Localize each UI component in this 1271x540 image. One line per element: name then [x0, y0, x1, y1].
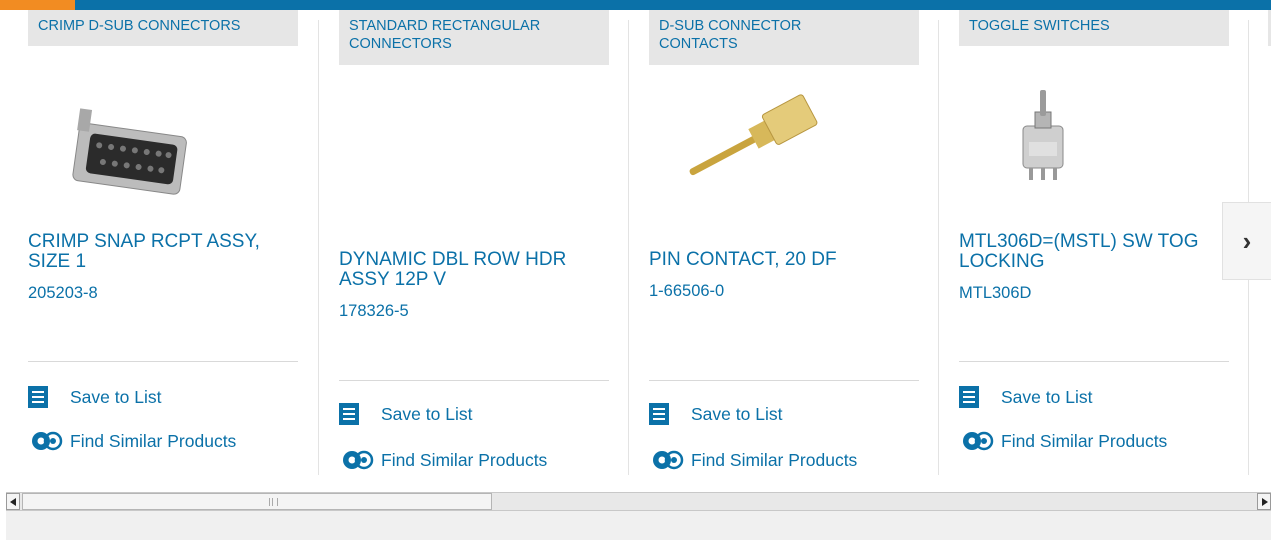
- category-tab[interactable]: CRIMP D-SUB CONNECTORS: [28, 10, 298, 46]
- top-accent-orange: [0, 0, 75, 10]
- find-similar-products-button[interactable]: Find Similar Products: [28, 429, 236, 453]
- footer-area: [6, 511, 1271, 540]
- scroll-right-arrow-icon[interactable]: [1257, 493, 1271, 510]
- checklist-icon: [339, 403, 359, 425]
- save-to-list-button[interactable]: Save to List: [28, 386, 161, 408]
- save-to-list-label: Save to List: [691, 403, 783, 424]
- save-to-list-label: Save to List: [381, 403, 473, 424]
- category-tab[interactable]: TOGGLE SWITCHES: [959, 10, 1229, 46]
- divider: [959, 361, 1229, 362]
- carousel-next-button[interactable]: ›: [1222, 202, 1271, 280]
- find-similar-label: Find Similar Products: [381, 449, 548, 470]
- part-number-link[interactable]: 1-66506-0: [649, 282, 724, 301]
- checklist-icon: [959, 386, 979, 408]
- grip-icon: [269, 498, 278, 506]
- top-accent-bar: [0, 0, 1271, 10]
- card-separator: [318, 20, 319, 475]
- find-similar-products-button[interactable]: Find Similar Products: [959, 429, 1167, 453]
- category-tab[interactable]: STANDARD RECTANGULAR CONNECTORS: [339, 10, 609, 65]
- find-similar-label: Find Similar Products: [691, 449, 858, 470]
- chevron-right-icon: ›: [1242, 225, 1252, 256]
- product-image-toggle-switch[interactable]: [979, 72, 1149, 212]
- save-to-list-label: Save to List: [1001, 386, 1093, 407]
- gears-icon: [32, 431, 63, 451]
- divider: [649, 380, 919, 381]
- part-number-link[interactable]: 178326-5: [339, 302, 409, 321]
- gears-icon: [963, 431, 994, 451]
- divider: [28, 361, 298, 362]
- divider: [339, 380, 609, 381]
- product-image-d-sub-connector[interactable]: [48, 72, 218, 212]
- gears-icon: [653, 450, 684, 470]
- card-separator: [628, 20, 629, 475]
- product-name-link[interactable]: PIN CONTACT, 20 DF: [649, 250, 929, 270]
- gears-icon: [343, 450, 374, 470]
- save-to-list-button[interactable]: Save to List: [339, 403, 472, 425]
- scrollbar-thumb[interactable]: [22, 493, 492, 510]
- category-tab[interactable]: D-SUB CONNECTOR CONTACTS: [649, 10, 919, 65]
- product-name-link[interactable]: CRIMP SNAP RCPT ASSY, SIZE 1: [28, 232, 308, 272]
- save-to-list-label: Save to List: [70, 386, 162, 407]
- find-similar-products-button[interactable]: Find Similar Products: [339, 448, 547, 472]
- product-name-link[interactable]: MTL306D=(MSTL) SW TOG LOCKING: [959, 232, 1239, 272]
- save-to-list-button[interactable]: Save to List: [649, 403, 782, 425]
- checklist-icon: [28, 386, 48, 408]
- part-number-link[interactable]: MTL306D: [959, 284, 1031, 303]
- find-similar-products-button[interactable]: Find Similar Products: [649, 448, 857, 472]
- product-image-pin-contact[interactable]: [669, 72, 839, 212]
- find-similar-label: Find Similar Products: [1001, 430, 1168, 451]
- save-to-list-button[interactable]: Save to List: [959, 386, 1092, 408]
- product-carousel: CRIMP D-SUB CONNECTORS CRIMP SNAP RCPT A…: [0, 10, 1271, 488]
- card-separator: [938, 20, 939, 475]
- scroll-left-arrow-icon[interactable]: [6, 493, 20, 510]
- checklist-icon: [649, 403, 669, 425]
- part-number-link[interactable]: 205203-8: [28, 284, 98, 303]
- find-similar-label: Find Similar Products: [70, 430, 237, 451]
- product-name-link[interactable]: DYNAMIC DBL ROW HDR ASSY 12P V: [339, 250, 619, 290]
- horizontal-scrollbar[interactable]: [6, 492, 1271, 511]
